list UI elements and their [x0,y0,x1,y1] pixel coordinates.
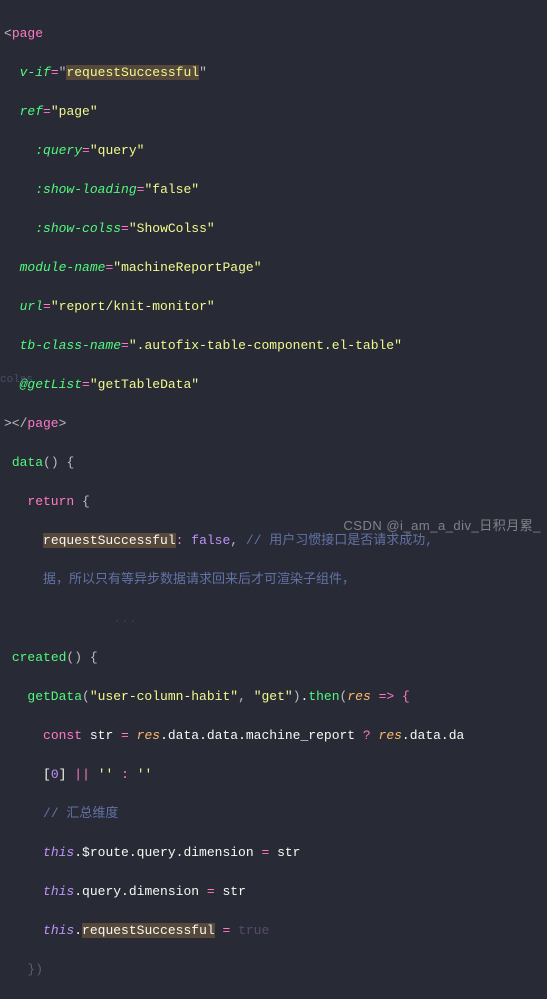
code-line: }) [4,960,547,980]
code-line: ... [4,609,547,629]
code-line: // 汇总维度 [4,804,547,824]
highlight: requestSuccessful [82,923,215,938]
code-line: url="report/knit-monitor" [4,297,547,317]
code-line: tb-class-name=".autofix-table-component.… [4,336,547,356]
code-line: @getList="getTableData" [4,375,547,395]
code-line: :show-colss="ShowColss" [4,219,547,239]
code-line: this.query.dimension = str [4,882,547,902]
code-line: [0] || '' : '' [4,765,547,785]
code-line: <page [4,24,547,44]
code-line: this.requestSuccessful = true [4,921,547,941]
code-line: this.$route.query.dimension = str [4,843,547,863]
code-editor[interactable]: <page v-if="requestSuccessful" ref="page… [0,0,547,999]
code-line: module-name="machineReportPage" [4,258,547,278]
code-line: ref="page" [4,102,547,122]
code-line: ></page> [4,414,547,434]
code-line: :show-loading="false" [4,180,547,200]
watermark: CSDN @i_am_a_div_日积月累_ [343,516,541,536]
code-line: v-if="requestSuccessful" [4,63,547,83]
code-line: created() { [4,648,547,668]
code-line: data() { [4,453,547,473]
highlight: requestSuccessful [66,65,199,80]
code-line: return { [4,492,547,512]
code-line: 据，所以只有等异步数据请求回来后才可渲染子组件， [4,570,547,590]
code-line: const str = res.data.data.machine_report… [4,726,547,746]
code-line: :query="query" [4,141,547,161]
code-line: getData("user-column-habit", "get").then… [4,687,547,707]
highlight: requestSuccessful [43,533,176,548]
gutter-label: colss [0,372,33,389]
